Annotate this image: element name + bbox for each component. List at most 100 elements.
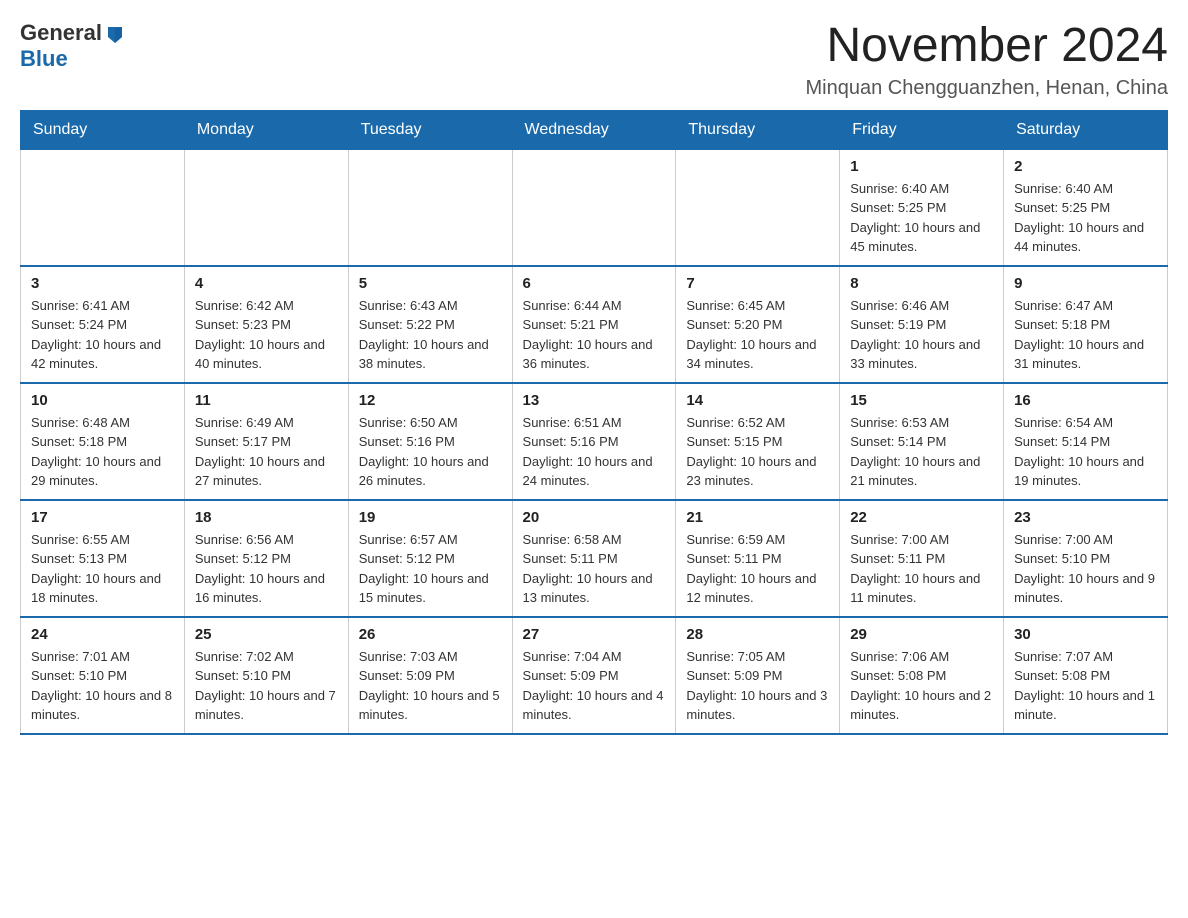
calendar-cell: 29 Sunrise: 7:06 AM Sunset: 5:08 PM Dayli… <box>840 617 1004 734</box>
day-number: 12 <box>359 392 502 409</box>
weekday-header-friday: Friday <box>840 110 1004 149</box>
day-number: 14 <box>686 392 829 409</box>
calendar-cell: 19 Sunrise: 6:57 AM Sunset: 5:12 PM Dayli… <box>348 500 512 617</box>
day-info: Sunrise: 6:51 AM Sunset: 5:16 PM Dayligh… <box>523 413 666 491</box>
day-info: Sunrise: 6:40 AM Sunset: 5:25 PM Dayligh… <box>1014 179 1157 257</box>
calendar-cell: 20 Sunrise: 6:58 AM Sunset: 5:11 PM Dayli… <box>512 500 676 617</box>
day-number: 2 <box>1014 158 1157 175</box>
weekday-header-row: SundayMondayTuesdayWednesdayThursdayFrid… <box>21 110 1168 149</box>
calendar-cell <box>348 149 512 266</box>
calendar-header: SundayMondayTuesdayWednesdayThursdayFrid… <box>21 110 1168 149</box>
logo: General Blue <box>20 20 126 72</box>
day-number: 28 <box>686 626 829 643</box>
calendar-cell: 10 Sunrise: 6:48 AM Sunset: 5:18 PM Dayli… <box>21 383 185 500</box>
calendar-cell: 1 Sunrise: 6:40 AM Sunset: 5:25 PM Daylig… <box>840 149 1004 266</box>
day-number: 3 <box>31 275 174 292</box>
calendar-week-row: 3Sunrise: 6:41 AM Sunset: 5:24 PM Daylig… <box>21 266 1168 383</box>
day-number: 17 <box>31 509 174 526</box>
calendar-cell: 15 Sunrise: 6:53 AM Sunset: 5:14 PM Dayli… <box>840 383 1004 500</box>
day-info: Sunrise: 7:05 AM Sunset: 5:09 PM Dayligh… <box>686 647 829 725</box>
day-info: Sunrise: 6:47 AM Sunset: 5:18 PM Dayligh… <box>1014 296 1157 374</box>
day-info: Sunrise: 6:46 AM Sunset: 5:19 PM Dayligh… <box>850 296 993 374</box>
calendar-cell <box>184 149 348 266</box>
day-number: 27 <box>523 626 666 643</box>
day-info: Sunrise: 7:02 AM Sunset: 5:10 PM Dayligh… <box>195 647 338 725</box>
calendar-cell <box>676 149 840 266</box>
calendar-cell: 27 Sunrise: 7:04 AM Sunset: 5:09 PM Dayli… <box>512 617 676 734</box>
day-info: Sunrise: 6:40 AM Sunset: 5:25 PM Dayligh… <box>850 179 993 257</box>
day-number: 30 <box>1014 626 1157 643</box>
weekday-header-monday: Monday <box>184 110 348 149</box>
day-number: 10 <box>31 392 174 409</box>
day-info: Sunrise: 7:03 AM Sunset: 5:09 PM Dayligh… <box>359 647 502 725</box>
day-info: Sunrise: 6:53 AM Sunset: 5:14 PM Dayligh… <box>850 413 993 491</box>
weekday-header-thursday: Thursday <box>676 110 840 149</box>
calendar-cell: 23Sunrise: 7:00 AM Sunset: 5:10 PM Dayli… <box>1004 500 1168 617</box>
day-number: 4 <box>195 275 338 292</box>
day-number: 18 <box>195 509 338 526</box>
calendar-cell: 22Sunrise: 7:00 AM Sunset: 5:11 PM Dayli… <box>840 500 1004 617</box>
day-info: Sunrise: 6:54 AM Sunset: 5:14 PM Dayligh… <box>1014 413 1157 491</box>
day-info: Sunrise: 7:06 AM Sunset: 5:08 PM Dayligh… <box>850 647 993 725</box>
calendar-cell: 12 Sunrise: 6:50 AM Sunset: 5:16 PM Dayli… <box>348 383 512 500</box>
logo-general-text: General <box>20 20 102 46</box>
day-info: Sunrise: 6:43 AM Sunset: 5:22 PM Dayligh… <box>359 296 502 374</box>
day-number: 8 <box>850 275 993 292</box>
day-number: 7 <box>686 275 829 292</box>
calendar-cell: 21 Sunrise: 6:59 AM Sunset: 5:11 PM Dayli… <box>676 500 840 617</box>
day-number: 13 <box>523 392 666 409</box>
calendar-cell: 24Sunrise: 7:01 AM Sunset: 5:10 PM Dayli… <box>21 617 185 734</box>
day-info: Sunrise: 7:00 AM Sunset: 5:10 PM Dayligh… <box>1014 530 1157 608</box>
day-info: Sunrise: 6:58 AM Sunset: 5:11 PM Dayligh… <box>523 530 666 608</box>
calendar-table: SundayMondayTuesdayWednesdayThursdayFrid… <box>20 110 1168 735</box>
day-number: 16 <box>1014 392 1157 409</box>
day-number: 1 <box>850 158 993 175</box>
day-number: 20 <box>523 509 666 526</box>
day-info: Sunrise: 7:07 AM Sunset: 5:08 PM Dayligh… <box>1014 647 1157 725</box>
weekday-header-saturday: Saturday <box>1004 110 1168 149</box>
day-info: Sunrise: 7:04 AM Sunset: 5:09 PM Dayligh… <box>523 647 666 725</box>
day-info: Sunrise: 6:52 AM Sunset: 5:15 PM Dayligh… <box>686 413 829 491</box>
day-number: 19 <box>359 509 502 526</box>
calendar-cell: 14 Sunrise: 6:52 AM Sunset: 5:15 PM Dayli… <box>676 383 840 500</box>
day-info: Sunrise: 6:50 AM Sunset: 5:16 PM Dayligh… <box>359 413 502 491</box>
calendar-cell: 13 Sunrise: 6:51 AM Sunset: 5:16 PM Dayli… <box>512 383 676 500</box>
calendar-cell: 8 Sunrise: 6:46 AM Sunset: 5:19 PM Daylig… <box>840 266 1004 383</box>
day-info: Sunrise: 6:48 AM Sunset: 5:18 PM Dayligh… <box>31 413 174 491</box>
calendar-cell: 5Sunrise: 6:43 AM Sunset: 5:22 PM Daylig… <box>348 266 512 383</box>
calendar-cell: 2 Sunrise: 6:40 AM Sunset: 5:25 PM Daylig… <box>1004 149 1168 266</box>
calendar-cell <box>512 149 676 266</box>
calendar-cell: 18Sunrise: 6:56 AM Sunset: 5:12 PM Dayli… <box>184 500 348 617</box>
day-number: 24 <box>31 626 174 643</box>
weekday-header-sunday: Sunday <box>21 110 185 149</box>
calendar-cell: 9 Sunrise: 6:47 AM Sunset: 5:18 PM Daylig… <box>1004 266 1168 383</box>
calendar-week-row: 10 Sunrise: 6:48 AM Sunset: 5:18 PM Dayli… <box>21 383 1168 500</box>
day-number: 11 <box>195 392 338 409</box>
calendar-cell: 26Sunrise: 7:03 AM Sunset: 5:09 PM Dayli… <box>348 617 512 734</box>
title-block: November 2024 Minquan Chengguanzhen, Hen… <box>806 20 1169 100</box>
day-info: Sunrise: 6:59 AM Sunset: 5:11 PM Dayligh… <box>686 530 829 608</box>
calendar-cell: 6Sunrise: 6:44 AM Sunset: 5:21 PM Daylig… <box>512 266 676 383</box>
day-number: 29 <box>850 626 993 643</box>
day-info: Sunrise: 6:49 AM Sunset: 5:17 PM Dayligh… <box>195 413 338 491</box>
month-title: November 2024 <box>806 20 1169 73</box>
calendar-week-row: 1 Sunrise: 6:40 AM Sunset: 5:25 PM Daylig… <box>21 149 1168 266</box>
logo-arrow-icon <box>104 23 126 45</box>
weekday-header-tuesday: Tuesday <box>348 110 512 149</box>
calendar-cell: 3Sunrise: 6:41 AM Sunset: 5:24 PM Daylig… <box>21 266 185 383</box>
page-header: General Blue November 2024 Minquan Cheng… <box>20 20 1168 100</box>
calendar-cell: 4Sunrise: 6:42 AM Sunset: 5:23 PM Daylig… <box>184 266 348 383</box>
calendar-week-row: 24Sunrise: 7:01 AM Sunset: 5:10 PM Dayli… <box>21 617 1168 734</box>
calendar-week-row: 17 Sunrise: 6:55 AM Sunset: 5:13 PM Dayli… <box>21 500 1168 617</box>
day-number: 9 <box>1014 275 1157 292</box>
day-info: Sunrise: 6:45 AM Sunset: 5:20 PM Dayligh… <box>686 296 829 374</box>
day-number: 22 <box>850 509 993 526</box>
day-info: Sunrise: 6:57 AM Sunset: 5:12 PM Dayligh… <box>359 530 502 608</box>
day-info: Sunrise: 6:44 AM Sunset: 5:21 PM Dayligh… <box>523 296 666 374</box>
day-info: Sunrise: 6:55 AM Sunset: 5:13 PM Dayligh… <box>31 530 174 608</box>
day-number: 21 <box>686 509 829 526</box>
calendar-cell: 30 Sunrise: 7:07 AM Sunset: 5:08 PM Dayli… <box>1004 617 1168 734</box>
location-title: Minquan Chengguanzhen, Henan, China <box>806 77 1169 100</box>
calendar-cell: 17 Sunrise: 6:55 AM Sunset: 5:13 PM Dayli… <box>21 500 185 617</box>
day-number: 15 <box>850 392 993 409</box>
